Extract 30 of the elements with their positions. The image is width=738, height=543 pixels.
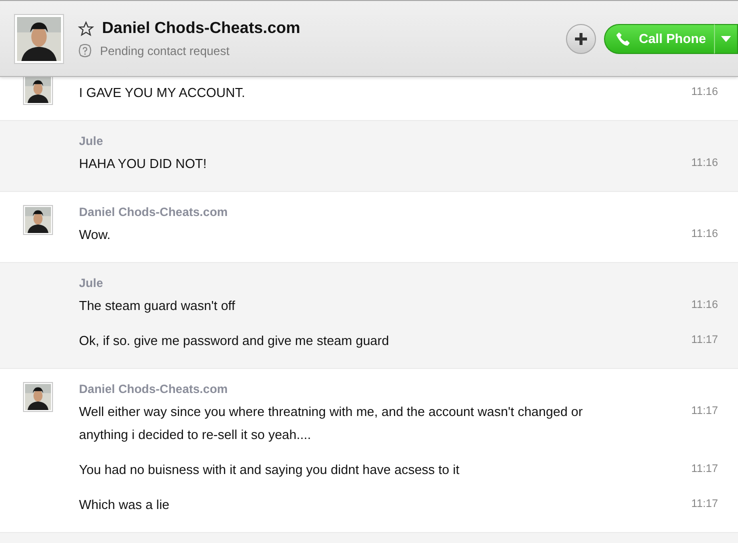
message-text: HAHA YOU DID NOT! xyxy=(79,155,208,173)
question-icon xyxy=(78,44,92,58)
message-text: Wow. xyxy=(79,226,112,244)
call-phone-button[interactable]: Call Phone xyxy=(604,24,714,54)
star-icon[interactable] xyxy=(78,20,94,36)
message-text: The steam guard wasn't off xyxy=(79,297,236,315)
dropdown-button[interactable] xyxy=(714,24,738,54)
sender-name: Daniel Chods-Cheats.com xyxy=(79,205,228,219)
message-text: Ok, if so. give me password and give me steam guard xyxy=(79,332,390,350)
message-time: 11:17 xyxy=(690,333,718,348)
message-text: I GAVE YOU MY ACCOUNT. xyxy=(79,84,246,102)
message-text: You had no buisness with it and saying you didnt have acsess to it xyxy=(79,461,460,479)
contact-status: Pending contact request xyxy=(100,44,230,58)
message-time: 11:17 xyxy=(690,497,718,512)
message-time: 11:16 xyxy=(690,85,718,100)
message-text: Which was a lie xyxy=(79,496,170,514)
add-button[interactable] xyxy=(566,24,596,54)
message-time: 11:16 xyxy=(690,298,718,313)
sender-name: Jule xyxy=(79,134,104,148)
phone-icon xyxy=(614,30,631,46)
sender-name: Jule xyxy=(79,276,104,290)
message-time: 11:16 xyxy=(690,156,718,171)
message-time: 11:16 xyxy=(690,227,718,242)
message-time: 11:17 xyxy=(690,462,718,477)
message-text: Well either way since you where threatning with me, and the account wasn't changed or anything i decided to re-sell it so yeah.... xyxy=(79,403,584,444)
caret-icon xyxy=(721,36,731,42)
plus-icon xyxy=(572,30,589,46)
message-time: 11:17 xyxy=(690,404,718,419)
sender-name: Daniel Chods-Cheats.com xyxy=(79,382,228,396)
contact-name: Daniel Chods-Cheats.com xyxy=(102,20,300,38)
